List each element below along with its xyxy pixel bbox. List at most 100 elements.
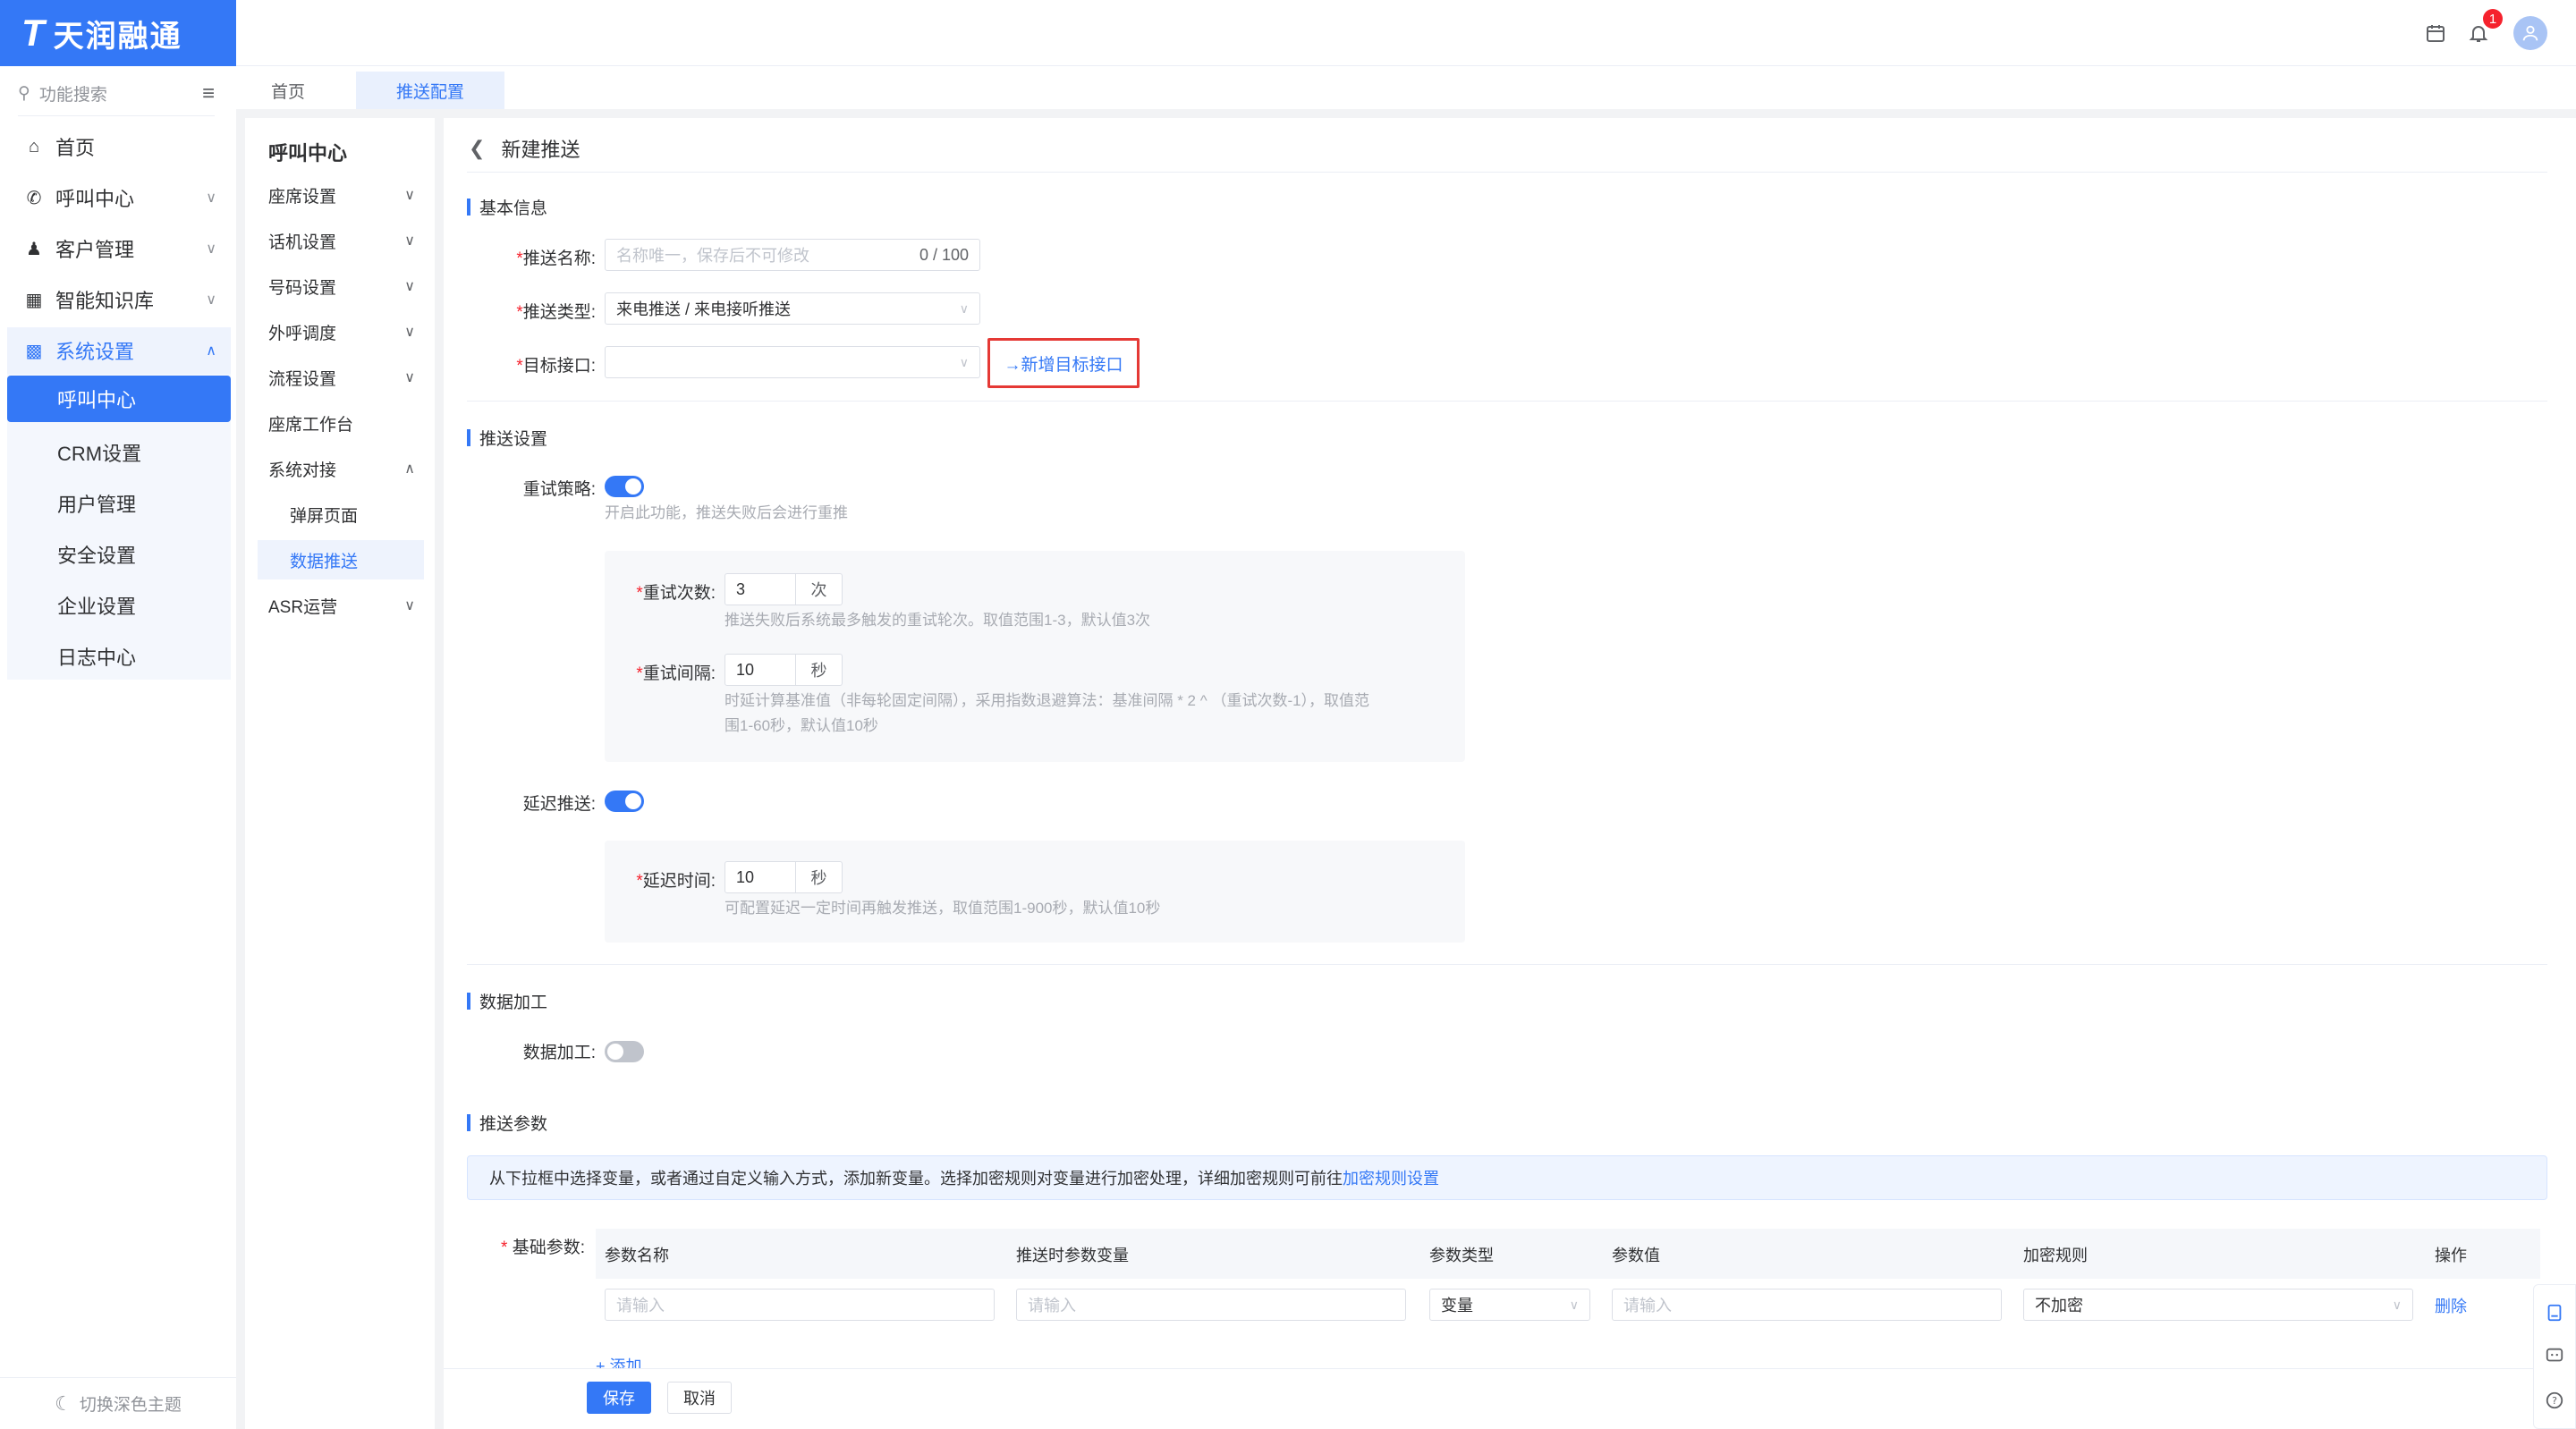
push-variable-input[interactable]: 请输入 xyxy=(1016,1289,1406,1321)
retry-strategy-switch[interactable] xyxy=(605,476,644,497)
sidebar-sub-call-center[interactable]: 呼叫中心 xyxy=(7,376,231,422)
retry-interval-field: 10 秒 xyxy=(724,654,843,686)
submenu-item-workbench[interactable]: 座席工作台 xyxy=(268,402,415,444)
retry-count-label: *重试次数: xyxy=(636,584,716,603)
label-text: 推送类型: xyxy=(522,303,596,322)
param-name-input[interactable]: 请输入 xyxy=(605,1289,995,1321)
retry-count-unit: 次 xyxy=(796,573,843,605)
chevron-down-icon: ∨ xyxy=(404,370,415,385)
notification-badge: 1 xyxy=(2483,9,2503,29)
delete-row-button[interactable]: 删除 xyxy=(2435,1294,2467,1317)
sidebar-item-label: 首页 xyxy=(55,137,96,159)
divider xyxy=(467,172,2547,173)
submenu-item-label: 座席设置 xyxy=(268,187,337,207)
sidebar-sub-users[interactable]: 用户管理 xyxy=(7,480,231,527)
sidebar-sub-security[interactable]: 安全设置 xyxy=(7,531,231,578)
cancel-button[interactable]: 取消 xyxy=(667,1382,732,1414)
input-placeholder: 请输入 xyxy=(616,1297,665,1315)
phone-icon: ✆ xyxy=(26,188,42,208)
chevron-down-icon: ∨ xyxy=(404,598,415,613)
logo-text: 天润融通 xyxy=(53,19,182,54)
input-placeholder: 名称唯一，保存后不可修改 xyxy=(616,247,809,265)
chevron-down-icon: ∨ xyxy=(1569,1297,1579,1312)
data-processing-switch[interactable] xyxy=(605,1041,644,1062)
chevron-down-icon: ∨ xyxy=(206,190,216,206)
retry-interval-input[interactable]: 10 xyxy=(724,654,796,686)
chevron-up-icon: ∧ xyxy=(404,461,415,477)
footer-bar xyxy=(444,1368,2533,1429)
apps-icon: ▩ xyxy=(25,341,43,361)
tab-home[interactable]: 首页 xyxy=(245,72,331,109)
char-count: 0 / 100 xyxy=(919,245,969,264)
retry-strategy-label: 重试策略: xyxy=(522,480,596,499)
chevron-down-icon: ∨ xyxy=(959,300,969,316)
sidebar-item-label: 系统设置 xyxy=(55,341,135,363)
col-encryption: 加密规则 xyxy=(2023,1247,2088,1264)
param-value-input[interactable]: 请输入 xyxy=(1612,1289,2002,1321)
avatar[interactable] xyxy=(2513,16,2547,50)
sidebar-sub-crm[interactable]: CRM设置 xyxy=(7,429,231,476)
param-type-select[interactable]: 变量 ∨ xyxy=(1429,1289,1590,1321)
sidebar-item-system-settings[interactable]: ▩ 系统设置 ∧ xyxy=(7,327,231,374)
help-icon[interactable]: ? xyxy=(2540,1386,2569,1415)
document-icon[interactable] xyxy=(2540,1298,2569,1327)
sidebar-item-customers[interactable]: ♟ 客户管理 ∨ xyxy=(7,225,231,272)
submenu-item-asr[interactable]: ASR运营 ∨ xyxy=(268,584,415,627)
encryption-select[interactable]: 不加密 ∨ xyxy=(2023,1289,2413,1321)
calendar-icon[interactable] xyxy=(2420,18,2451,48)
delay-push-switch[interactable] xyxy=(605,791,644,812)
select-value: 来电推送 / 来电接听推送 xyxy=(616,300,792,318)
target-interface-label: *目标接口: xyxy=(516,357,596,376)
submenu-item-label: 系统对接 xyxy=(268,461,337,480)
submenu-item-label: 流程设置 xyxy=(268,369,337,389)
tab-bar xyxy=(236,66,2576,109)
dark-theme-toggle[interactable]: ☾ 切换深色主题 xyxy=(0,1377,236,1429)
submenu-sub-popup[interactable]: 弹屏页面 xyxy=(258,495,424,534)
delay-time-label: *延迟时间: xyxy=(636,872,716,891)
submenu-sub-data-push[interactable]: 数据推送 xyxy=(258,540,424,579)
submenu-item-integration[interactable]: 系统对接 ∧ xyxy=(268,447,415,490)
target-interface-select[interactable]: ∨ xyxy=(605,346,980,378)
search-input[interactable]: 功能搜索 xyxy=(39,81,107,106)
submenu-item-seat[interactable]: 座席设置 ∨ xyxy=(268,173,415,216)
submenu-item-label: 外呼调度 xyxy=(268,324,337,343)
encryption-rules-link[interactable]: 加密规则设置 xyxy=(1343,1166,1439,1189)
push-name-label: *推送名称: xyxy=(516,249,596,268)
delay-time-field: 10 秒 xyxy=(724,861,843,893)
grid-icon: ▦ xyxy=(25,290,43,310)
submenu-item-phone[interactable]: 话机设置 ∨ xyxy=(268,219,415,262)
submenu-item-outbound[interactable]: 外呼调度 ∨ xyxy=(268,310,415,353)
submenu-item-label: 座席工作台 xyxy=(268,415,354,435)
sidebar-item-home[interactable]: ⌂ 首页 xyxy=(7,123,231,170)
sidebar-item-call-center[interactable]: ✆ 呼叫中心 ∨ xyxy=(7,174,231,221)
save-button[interactable]: 保存 xyxy=(587,1382,651,1414)
sidebar-item-knowledge[interactable]: ▦ 智能知识库 ∨ xyxy=(7,276,231,323)
switch-knob xyxy=(625,793,641,809)
label-text: 目标接口: xyxy=(522,357,596,376)
link-text: →新增目标接口 xyxy=(1004,355,1123,375)
select-value: 变量 xyxy=(1441,1297,1473,1315)
chevron-down-icon: ∨ xyxy=(404,233,415,249)
delay-time-input[interactable]: 10 xyxy=(724,861,796,893)
divider xyxy=(467,401,2547,402)
push-type-select[interactable]: 来电推送 / 来电接听推送 ∨ xyxy=(605,292,980,325)
retry-interval-label: *重试间隔: xyxy=(636,664,716,683)
menu-collapse-icon[interactable]: ≡ xyxy=(202,81,215,106)
push-name-input[interactable]: 名称唯一，保存后不可修改 0 / 100 xyxy=(605,239,980,271)
retry-count-input[interactable]: 3 xyxy=(724,573,796,605)
sidebar-sub-enterprise[interactable]: 企业设置 xyxy=(7,582,231,629)
submenu-item-number[interactable]: 号码设置 ∨ xyxy=(268,265,415,308)
submenu-item-flow[interactable]: 流程设置 ∨ xyxy=(268,356,415,399)
function-search[interactable]: ⚲ 功能搜索 ≡ xyxy=(18,72,215,116)
new-target-interface-link[interactable]: →新增目标接口 xyxy=(987,338,1140,388)
back-header[interactable]: ❮ 新建推送 xyxy=(469,134,580,163)
submenu-item-label: ASR运营 xyxy=(268,597,338,617)
app-logo[interactable]: T 天润融通 xyxy=(0,0,236,66)
sidebar-sub-logs[interactable]: 日志中心 xyxy=(7,633,231,680)
add-param-button[interactable]: + 添加 xyxy=(596,1354,642,1368)
tab-push-config[interactable]: 推送配置 xyxy=(356,72,504,109)
chat-icon[interactable] xyxy=(2540,1341,2569,1370)
chevron-down-icon: ∨ xyxy=(2392,1297,2402,1312)
switch-knob xyxy=(607,1044,623,1060)
chevron-down-icon: ∨ xyxy=(206,292,216,308)
